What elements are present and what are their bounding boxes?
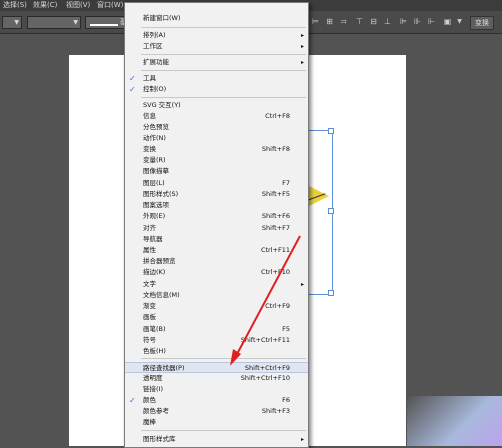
annotation-arrow-line xyxy=(235,235,301,357)
annotation-arrow-icon xyxy=(230,235,301,366)
